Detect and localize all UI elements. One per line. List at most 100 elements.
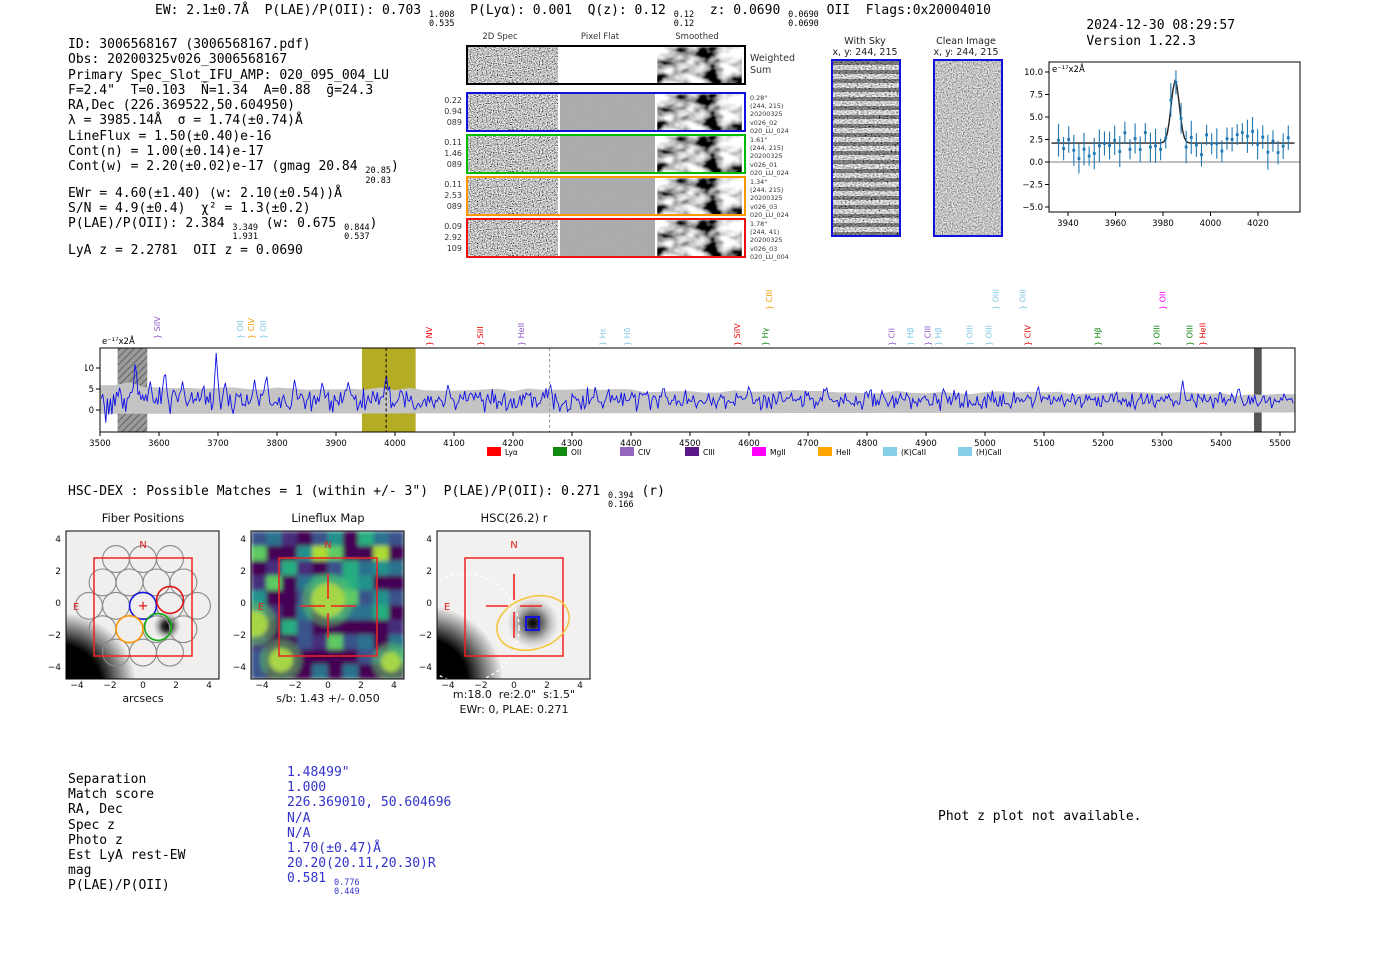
spectral-line-label: } OIII: [1186, 325, 1195, 346]
y-tick-label: 4: [35, 535, 61, 545]
legend-label: Lyα: [505, 448, 518, 457]
hsc-sublabel-2: EWr: 0, PLAE: 0.271: [459, 703, 568, 716]
x-tick-label: 0: [133, 681, 153, 691]
spectral-line-label: } CIV: [247, 317, 256, 339]
y-tick-label: −2.5: [1022, 181, 1043, 191]
stacked-range-value: 0.06900.0690: [788, 11, 819, 29]
cutout-smoothed: [657, 136, 742, 172]
info-line: S/N = 4.9(±0.4) χ² = 1.3(±0.2): [68, 201, 399, 216]
photz-note: Phot z plot not available.: [938, 809, 1142, 824]
x-tick-label: 2: [166, 681, 186, 691]
y-tick-label: 2: [220, 567, 246, 577]
y-tick-label: 0: [89, 406, 94, 416]
x-tick-label: 3940: [1057, 219, 1079, 229]
y-tick-label: 10: [85, 364, 94, 374]
info-line: EWr = 4.60(±1.40) (w: 2.10(±0.54))Å: [68, 186, 399, 201]
x-tick-label: 5400: [1210, 439, 1232, 449]
legend-label: HeII: [836, 448, 851, 457]
hsc-dex-summary: HSC-DEX : Possible Matches = 1 (within +…: [68, 484, 665, 510]
cutout-pixel-flat: [560, 94, 655, 130]
cutout-left-stats: 0.11 1.46 089: [438, 138, 462, 170]
stacked-range-value: 0.7760.449: [334, 879, 360, 897]
compass-east: E: [444, 602, 450, 613]
cutout-smoothed: [657, 94, 742, 130]
compass-east: E: [73, 602, 79, 613]
y-tick-label: 4: [406, 535, 432, 545]
spectral-line-label: } OIII: [966, 325, 975, 346]
y-tick-label: 0: [220, 599, 246, 609]
spectral-line-label: } Hβ: [934, 327, 943, 346]
y-tick-label: 0: [35, 599, 61, 609]
x-tick-label: 4: [384, 681, 404, 691]
cutout-2d-spec: [468, 136, 558, 172]
elixer-report-page: EW: 2.1±0.7Å P(LAE)/P(OII): 0.703 1.0080…: [0, 0, 1400, 953]
match-row-label: Separation: [68, 772, 185, 787]
flux-units-label: e⁻¹⁷x2Å: [1052, 63, 1085, 75]
cutout-left-stats: 0.11 2.53 089: [438, 180, 462, 212]
info-line: Obs: 20200325v026_3006568167: [68, 52, 399, 67]
cutout-right-annotation: 0.28" (244, 215) 20200325 v026_02 020_LU…: [750, 94, 789, 135]
x-tick-label: 3700: [207, 439, 229, 449]
match-row-value: 1.48499": [287, 765, 451, 780]
cutout-right-annotation: 1.61" (244, 215) 20200325 v026_01 020_LU…: [750, 136, 789, 177]
stacked-range-value: 20.8520.83: [365, 167, 391, 185]
cutout-strip: [466, 134, 746, 174]
match-table-values: 1.48499"1.000226.369010, 50.604696N/AN/A…: [287, 765, 451, 887]
x-tick-label: 3600: [148, 439, 170, 449]
legend-swatch: [487, 447, 501, 456]
legend-label: (H)CaII: [976, 448, 1002, 457]
stacked-range-value: 0.8440.537: [344, 224, 370, 242]
line-fit-zoom-svg: 10.07.55.02.50.0−2.5−5.03940396039804000…: [1015, 50, 1400, 250]
cutout-smoothed: [657, 220, 742, 256]
x-tick-label: 4100: [443, 439, 465, 449]
full-spectrum-svg: 0510350036003700380039004000410042004300…: [85, 270, 1315, 470]
legend-swatch: [883, 447, 897, 456]
with-sky-title: With Skyx, y: 244, 215: [832, 36, 897, 58]
spectral-line-label: } CIII: [924, 326, 933, 346]
info-line: LineFlux = 1.50(±0.40)e-16: [68, 129, 399, 144]
cutout-pixel-flat: [560, 136, 655, 172]
legend-label: CIII: [703, 448, 715, 457]
legend-swatch: [553, 447, 567, 456]
spectral-line-label: } Hδ: [623, 327, 632, 346]
report-version: Version 1.22.3: [1086, 34, 1196, 49]
cutout-pixel-flat: [560, 220, 655, 256]
stacked-range-value: 0.120.12: [674, 11, 694, 29]
spectral-line-label: } OII: [236, 320, 245, 339]
legend-label: (K)CaII: [901, 448, 926, 457]
cutout-strip: [466, 218, 746, 258]
line-fit-zoom-plot: 10.07.55.02.50.0−2.5−5.03940396039804000…: [1015, 50, 1400, 254]
spectral-line-label: } NV: [425, 326, 434, 346]
y-tick-label: 2: [406, 567, 432, 577]
clean-image-title: Clean Imagex, y: 244, 215: [933, 36, 998, 58]
info-line: RA,Dec (226.369522,50.604950): [68, 98, 399, 113]
x-tick-label: 4700: [797, 439, 819, 449]
x-tick-label: 2: [351, 681, 371, 691]
flux-units-label: e⁻¹⁷x2Å: [102, 335, 135, 347]
match-row-label: Est LyA rest-EW: [68, 848, 185, 863]
cutout-2d-spec: [468, 47, 558, 83]
match-row-value: 0.581 0.7760.449: [287, 871, 451, 886]
stacked-range-value: 0.3940.166: [608, 492, 634, 510]
report-timestamp: 2024-12-30 08:29:57: [1086, 18, 1235, 33]
x-tick-label: −2: [471, 681, 491, 691]
info-line: Primary Spec_Slot_IFU_AMP: 020_095_004_L…: [68, 68, 399, 83]
info-line: LyA z = 2.2781 OII z = 0.0690: [68, 243, 399, 258]
with-sky-cutout: [831, 59, 901, 237]
y-tick-label: −2: [35, 631, 61, 641]
cutout-pixel-flat: [560, 47, 655, 83]
match-row-label: Spec z: [68, 818, 185, 833]
x-tick-label: 4: [570, 681, 590, 691]
header-summary: EW: 2.1±0.7Å P(LAE)/P(OII): 0.703 1.0080…: [155, 3, 991, 29]
cutout-smoothed: [657, 178, 742, 214]
stacked-range-value: 1.0080.535: [429, 11, 455, 29]
x-tick-label: 4020: [1247, 219, 1269, 229]
spectral-line-label: } CII: [888, 328, 897, 346]
spectral-line-label: } SiIV: [153, 316, 162, 339]
info-line: P(LAE)/P(OII): 2.384 3.3491.931 (w: 0.67…: [68, 216, 399, 242]
y-tick-label: −5.0: [1022, 203, 1043, 213]
match-row-value: 20.20(20.11,20.30)R: [287, 856, 451, 871]
y-tick-label: 5: [89, 385, 94, 395]
match-table-labels: SeparationMatch scoreRA, DecSpec zPhoto …: [68, 772, 185, 894]
spectral-line-label: } OII: [1159, 291, 1168, 310]
